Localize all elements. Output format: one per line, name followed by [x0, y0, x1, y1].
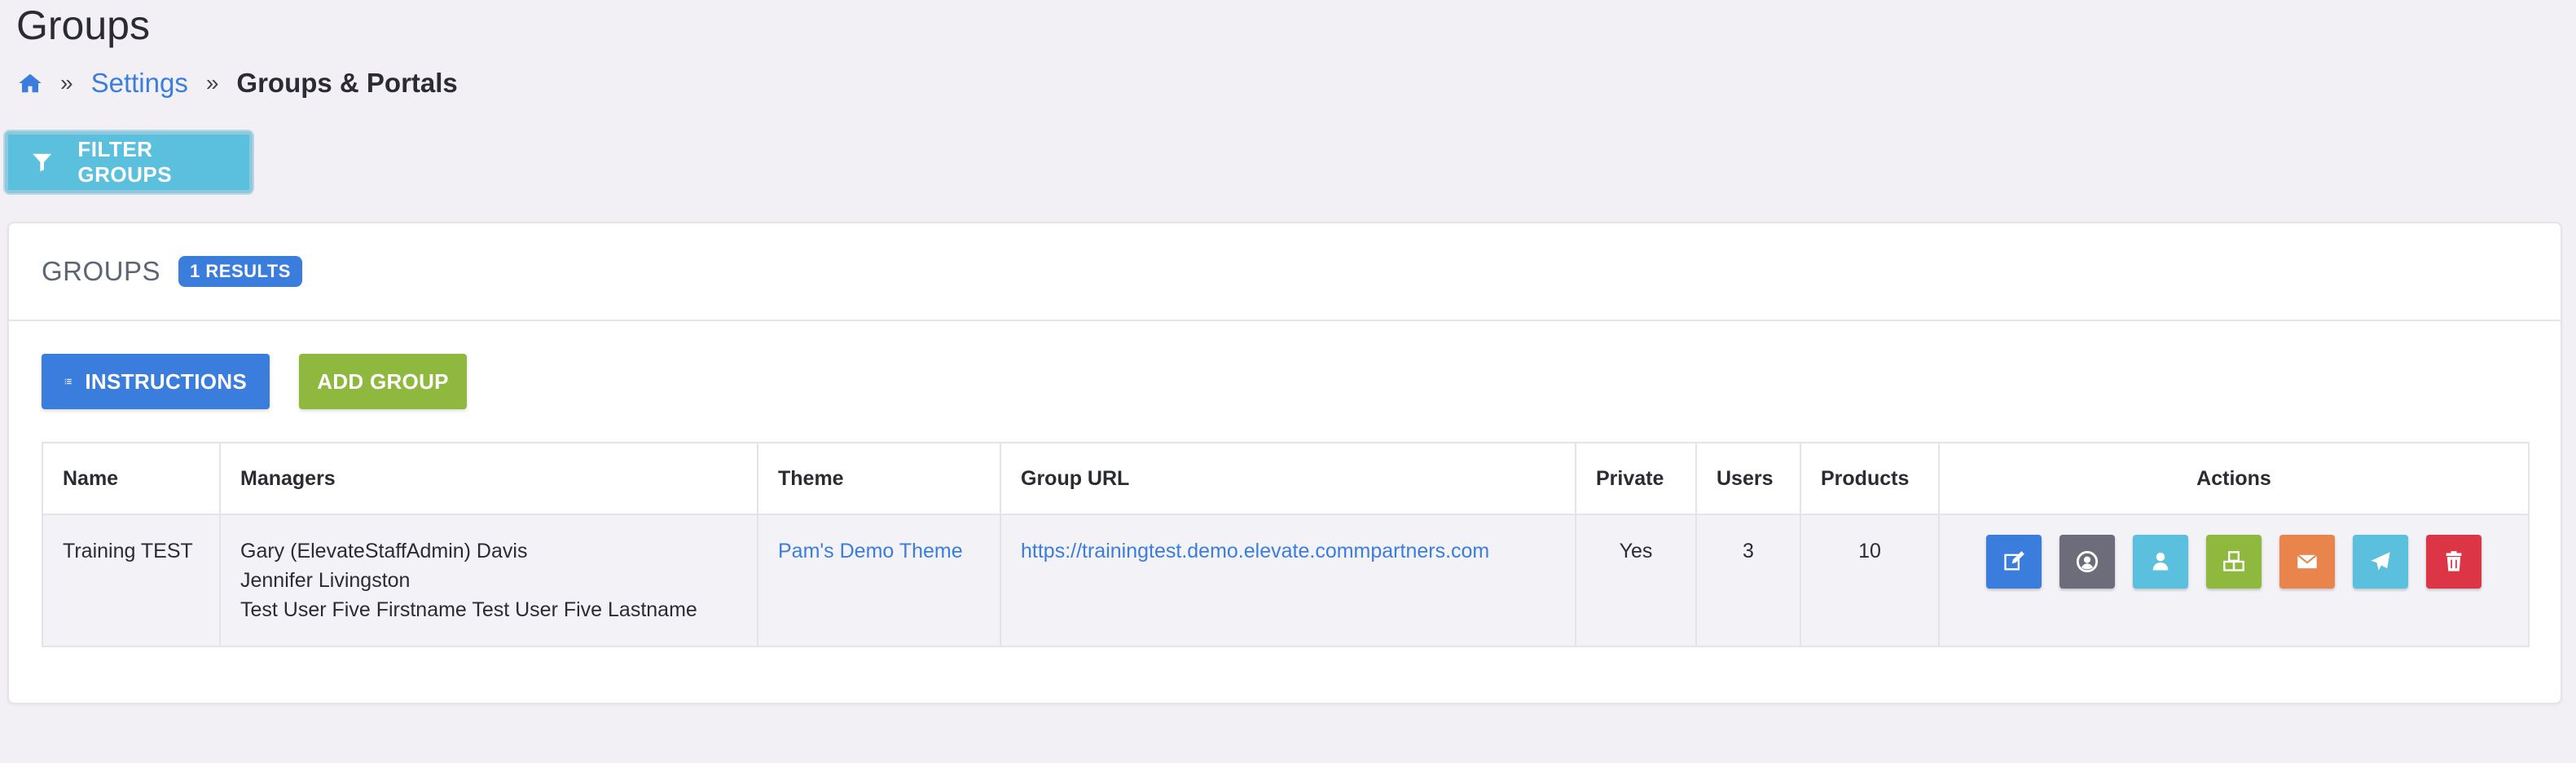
- envelope-icon: [2297, 554, 2318, 569]
- products-cell: 10: [1800, 514, 1940, 647]
- paper-plane-action-button[interactable]: [2353, 535, 2408, 589]
- column-header-actions: Actions: [1938, 442, 2530, 515]
- group-url-cell: https://trainingtest.demo.elevate.commpa…: [1000, 514, 1576, 647]
- paper-plane-icon: [2371, 552, 2390, 571]
- column-header-theme[interactable]: Theme: [757, 442, 1001, 515]
- column-header-private[interactable]: Private: [1575, 442, 1697, 515]
- table-row: Training TEST Gary (ElevateStaffAdmin) D…: [42, 514, 2530, 647]
- managers-cell: Gary (ElevateStaffAdmin) Davis Jennifer …: [219, 514, 758, 647]
- cubes-action-button[interactable]: [2206, 535, 2262, 589]
- card-title: GROUPS: [42, 256, 161, 286]
- card-header: GROUPS 1 RESULTS: [9, 223, 2561, 321]
- actions-cell: [1938, 514, 2530, 647]
- breadcrumb: » Settings » Groups & Portals: [18, 65, 458, 101]
- group-url-link[interactable]: https://trainingtest.demo.elevate.commpa…: [1021, 540, 1489, 562]
- users-cell: 3: [1695, 514, 1801, 647]
- trash-action-button[interactable]: [2426, 535, 2481, 589]
- groups-card: GROUPS 1 RESULTS INSTRUCTIONS ADD GROUP …: [7, 222, 2562, 704]
- cubes-icon: [2223, 551, 2244, 571]
- groups-table: Name Managers Theme Group URL Private Us…: [42, 442, 2530, 647]
- user-action-button[interactable]: [2133, 535, 2188, 589]
- envelope-action-button[interactable]: [2279, 535, 2335, 589]
- edit-icon: [2004, 551, 2024, 571]
- edit-action-button[interactable]: [1986, 535, 2042, 589]
- private-cell: Yes: [1575, 514, 1697, 647]
- theme-link[interactable]: Pam's Demo Theme: [778, 540, 963, 562]
- filter-icon: [33, 153, 52, 172]
- table-header-row: Name Managers Theme Group URL Private Us…: [42, 442, 2530, 515]
- column-header-managers[interactable]: Managers: [219, 442, 758, 515]
- home-icon[interactable]: [18, 71, 42, 95]
- filter-groups-button[interactable]: FILTER GROUPS: [5, 131, 253, 193]
- user-circle-icon: [2076, 550, 2099, 573]
- list-icon: [64, 378, 72, 385]
- add-group-button[interactable]: ADD GROUP: [299, 354, 467, 409]
- manager-name: Gary (ElevateStaffAdmin) Davis: [240, 540, 528, 562]
- theme-cell: Pam's Demo Theme: [757, 514, 1001, 647]
- user-icon: [2152, 552, 2169, 571]
- breadcrumb-separator: »: [205, 70, 219, 95]
- breadcrumb-separator: »: [60, 70, 73, 95]
- user-circle-action-button[interactable]: [2059, 535, 2115, 589]
- group-name-cell: Training TEST: [42, 514, 221, 647]
- page-title: Groups: [16, 2, 150, 48]
- instructions-label: INSTRUCTIONS: [85, 368, 247, 394]
- column-header-users[interactable]: Users: [1695, 442, 1801, 515]
- manager-name: Jennifer Livingston: [240, 569, 411, 592]
- instructions-button[interactable]: INSTRUCTIONS: [42, 354, 270, 409]
- trash-icon: [2446, 551, 2462, 571]
- column-header-name[interactable]: Name: [42, 442, 221, 515]
- column-header-group-url[interactable]: Group URL: [1000, 442, 1576, 515]
- filter-groups-label: FILTER GROUPS: [77, 137, 173, 187]
- results-badge: 1 RESULTS: [178, 256, 302, 287]
- breadcrumb-settings-link[interactable]: Settings: [91, 68, 188, 99]
- breadcrumb-current: Groups & Portals: [236, 68, 458, 98]
- column-header-products[interactable]: Products: [1800, 442, 1940, 515]
- manager-name: Test User Five Firstname Test User Five …: [240, 598, 697, 621]
